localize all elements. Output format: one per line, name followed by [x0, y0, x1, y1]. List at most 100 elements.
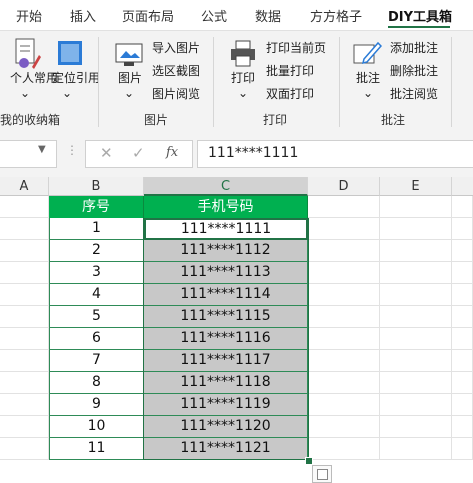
insert-function-icon[interactable]: fx — [166, 145, 178, 160]
tab-fangfang[interactable]: 方方格子 — [310, 6, 362, 25]
empty-cell[interactable] — [380, 416, 452, 438]
empty-cell[interactable] — [380, 240, 452, 262]
empty-cell[interactable] — [308, 284, 380, 306]
empty-cell[interactable] — [380, 306, 452, 328]
selection-screenshot-button[interactable]: 选区截图 — [152, 62, 200, 79]
empty-cell[interactable] — [0, 416, 49, 438]
phone-cell[interactable]: 111****1118 — [144, 372, 308, 394]
empty-cell[interactable] — [452, 218, 473, 240]
tab-insert[interactable]: 插入 — [70, 6, 96, 25]
index-cell[interactable]: 7 — [49, 350, 144, 372]
empty-cell[interactable] — [308, 372, 380, 394]
empty-cell[interactable] — [452, 240, 473, 262]
header-cell-phone[interactable]: 手机号码 — [144, 196, 308, 218]
column-header-b[interactable]: B — [49, 177, 144, 196]
phone-cell[interactable]: 111****1121 — [144, 438, 308, 460]
header-cell-index[interactable]: 序号 — [49, 196, 144, 218]
cancel-icon[interactable]: ✕ — [100, 144, 113, 162]
phone-cell[interactable]: 111****1116 — [144, 328, 308, 350]
empty-cell[interactable] — [0, 284, 49, 306]
empty-cell[interactable] — [452, 328, 473, 350]
phone-cell[interactable]: 111****1113 — [144, 262, 308, 284]
empty-cell[interactable] — [452, 350, 473, 372]
empty-cell[interactable] — [0, 328, 49, 350]
import-picture-button[interactable]: 导入图片 — [152, 39, 200, 56]
index-cell[interactable]: 11 — [49, 438, 144, 460]
index-cell[interactable]: 10 — [49, 416, 144, 438]
empty-cell[interactable] — [452, 372, 473, 394]
index-cell[interactable]: 6 — [49, 328, 144, 350]
print-current-page-button[interactable]: 打印当前页 — [266, 39, 326, 56]
column-header-a[interactable]: A — [0, 177, 49, 196]
empty-cell[interactable] — [0, 394, 49, 416]
tab-data[interactable]: 数据 — [255, 6, 281, 25]
empty-cell[interactable] — [308, 328, 380, 350]
chevron-down-icon[interactable]: ⌄ — [20, 86, 30, 100]
empty-cell[interactable] — [0, 196, 49, 218]
empty-cell[interactable] — [380, 284, 452, 306]
column-header-e[interactable]: E — [380, 177, 452, 196]
personal-common-button[interactable]: 个人常用 — [10, 71, 58, 85]
empty-cell[interactable] — [308, 394, 380, 416]
phone-cell[interactable]: 111****1120 — [144, 416, 308, 438]
empty-cell[interactable] — [0, 438, 49, 460]
chevron-down-icon[interactable]: ▼ — [38, 144, 46, 155]
empty-cell[interactable] — [0, 262, 49, 284]
name-box[interactable]: ▼ — [0, 140, 57, 168]
index-cell[interactable]: 3 — [49, 262, 144, 284]
index-cell[interactable]: 1 — [49, 218, 144, 240]
phone-cell[interactable]: 111****1119 — [144, 394, 308, 416]
empty-cell[interactable] — [452, 306, 473, 328]
empty-cell[interactable] — [380, 438, 452, 460]
phone-cell[interactable]: 111****1117 — [144, 350, 308, 372]
comment-button[interactable]: 批注 — [356, 71, 380, 85]
formula-input[interactable]: 111****1111 — [197, 140, 473, 168]
empty-cell[interactable] — [380, 218, 452, 240]
comment-view-button[interactable]: 批注阅览 — [390, 85, 438, 102]
empty-cell[interactable] — [0, 350, 49, 372]
empty-cell[interactable] — [0, 240, 49, 262]
paste-options-icon[interactable] — [312, 465, 332, 483]
empty-cell[interactable] — [308, 218, 380, 240]
phone-cell[interactable]: 111****1115 — [144, 306, 308, 328]
empty-cell[interactable] — [380, 328, 452, 350]
empty-cell[interactable] — [452, 394, 473, 416]
tab-formulas[interactable]: 公式 — [201, 6, 227, 25]
fill-handle[interactable] — [305, 457, 313, 465]
picture-button[interactable]: 图片 — [118, 71, 142, 85]
empty-cell[interactable] — [308, 240, 380, 262]
empty-cell[interactable] — [380, 350, 452, 372]
index-cell[interactable]: 8 — [49, 372, 144, 394]
empty-cell[interactable] — [0, 372, 49, 394]
column-header-f[interactable] — [452, 177, 473, 196]
empty-cell[interactable] — [0, 218, 49, 240]
index-cell[interactable]: 5 — [49, 306, 144, 328]
empty-cell[interactable] — [380, 196, 452, 218]
empty-cell[interactable] — [380, 372, 452, 394]
index-cell[interactable]: 9 — [49, 394, 144, 416]
phone-cell[interactable]: 111****1112 — [144, 240, 308, 262]
chevron-down-icon[interactable]: ⌄ — [238, 86, 248, 100]
empty-cell[interactable] — [308, 438, 380, 460]
empty-cell[interactable] — [308, 262, 380, 284]
tab-page-layout[interactable]: 页面布局 — [122, 6, 174, 25]
empty-cell[interactable] — [308, 196, 380, 218]
add-comment-button[interactable]: 添加批注 — [390, 39, 438, 56]
empty-cell[interactable] — [308, 350, 380, 372]
column-header-c[interactable]: C — [144, 177, 308, 196]
empty-cell[interactable] — [380, 394, 452, 416]
empty-cell[interactable] — [380, 262, 452, 284]
batch-print-button[interactable]: 批量打印 — [266, 62, 314, 79]
print-button[interactable]: 打印 — [231, 71, 255, 85]
spreadsheet-grid[interactable]: A B C D E 序号 手机号码 1 111****1111 2 111****1112… — [0, 177, 473, 483]
empty-cell[interactable] — [452, 438, 473, 460]
phone-cell[interactable]: 111****1114 — [144, 284, 308, 306]
picture-view-button[interactable]: 图片阅览 — [152, 85, 200, 102]
chevron-down-icon[interactable]: ⌄ — [62, 86, 72, 100]
empty-cell[interactable] — [452, 284, 473, 306]
delete-comment-button[interactable]: 删除批注 — [390, 62, 438, 79]
tab-diy-toolbox[interactable]: DIY工具箱 — [388, 6, 452, 25]
tab-home[interactable]: 开始 — [16, 6, 42, 25]
phone-cell[interactable]: 111****1111 — [144, 218, 308, 240]
chevron-down-icon[interactable]: ⌄ — [363, 86, 373, 100]
